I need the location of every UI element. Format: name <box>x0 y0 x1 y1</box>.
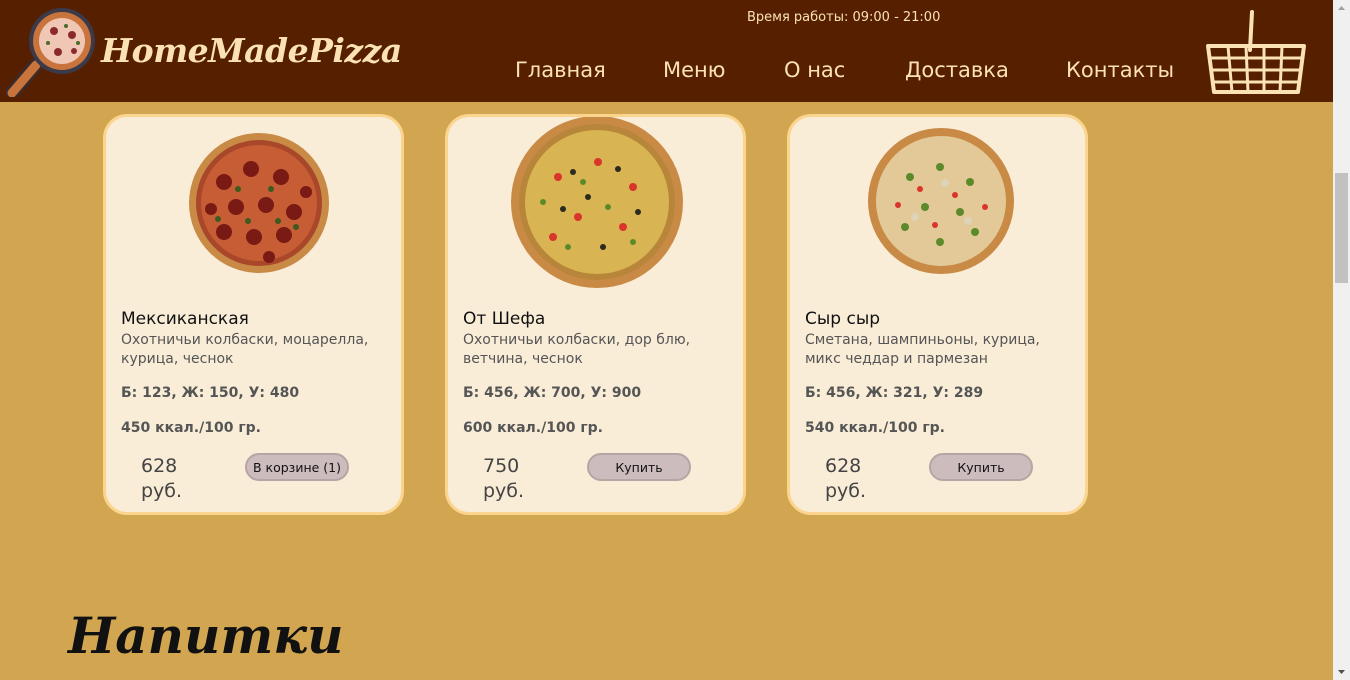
product-nutrition: Б: 456, Ж: 321, У: 289 <box>805 385 984 401</box>
product-name: Мексиканская <box>121 309 249 329</box>
product-description: Охотничьи колбаски, моцарелла, курица, ч… <box>121 332 369 367</box>
product-card: От Шефа Охотничьи колбаски, дор блю, вет… <box>445 114 746 515</box>
scrollbar-thumb[interactable] <box>1335 173 1348 283</box>
product-card: Мексиканская Охотничьи колбаски, моцарел… <box>103 114 404 515</box>
scroll-up-arrow-icon[interactable] <box>1333 0 1350 17</box>
product-name: Сыр сыр <box>805 309 881 329</box>
nav-item-home[interactable]: Главная <box>515 58 606 82</box>
product-price: 750 руб. <box>483 455 525 502</box>
basket-cart-icon[interactable] <box>1206 10 1306 94</box>
site-logo-text[interactable]: HomeMadePizza <box>101 31 402 70</box>
buy-button[interactable]: Купить <box>929 453 1033 481</box>
product-card: Сыр сыр Сметана, шампиньоны, курица, мик… <box>787 114 1088 515</box>
pizza-image <box>511 117 683 288</box>
nav-item-delivery[interactable]: Доставка <box>905 58 1009 82</box>
drinks-section-title: Напитки <box>68 606 344 665</box>
scroll-down-arrow-icon[interactable] <box>1333 663 1350 680</box>
product-nutrition: Б: 456, Ж: 700, У: 900 <box>463 385 642 401</box>
nav-item-menu[interactable]: Меню <box>663 58 725 82</box>
in-cart-button[interactable]: В корзине (1) <box>245 453 349 481</box>
buy-button[interactable]: Купить <box>587 453 691 481</box>
pizza-image <box>189 133 329 273</box>
product-calories: 540 ккал./100 гр. <box>805 420 945 436</box>
product-nutrition: Б: 123, Ж: 150, У: 480 <box>121 385 300 401</box>
product-description: Охотничьи колбаски, дор блю, ветчина, че… <box>463 332 691 367</box>
site-header: HomeMadePizza Время работы: 09:00 - 21:0… <box>0 0 1333 102</box>
pizza-image <box>868 128 1014 274</box>
product-description: Сметана, шампиньоны, курица, микс чеддар… <box>805 332 1040 367</box>
nav-item-about[interactable]: О нас <box>784 58 845 82</box>
nav-item-contacts[interactable]: Контакты <box>1066 58 1174 82</box>
product-calories: 450 ккал./100 гр. <box>121 420 261 436</box>
page-scrollbar[interactable] <box>1333 0 1350 680</box>
pizza-paddle-logo-icon[interactable] <box>6 5 96 97</box>
product-calories: 600 ккал./100 гр. <box>463 420 603 436</box>
product-name: От Шефа <box>463 309 546 329</box>
working-hours: Время работы: 09:00 - 21:00 <box>747 10 941 25</box>
product-price: 628 руб. <box>825 455 867 502</box>
product-price: 628 руб. <box>141 455 183 502</box>
